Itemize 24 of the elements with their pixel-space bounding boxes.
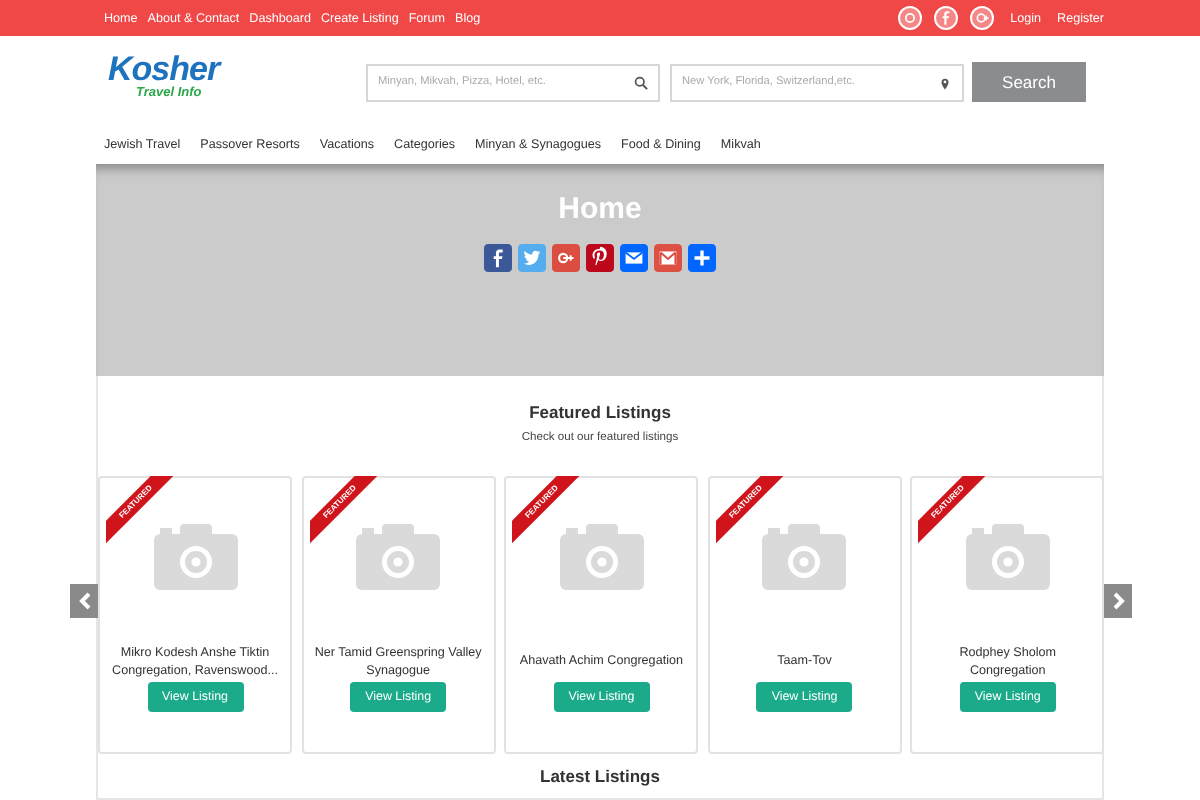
chevron-right-icon	[1111, 592, 1125, 610]
search-button[interactable]: Search	[972, 62, 1086, 102]
google-plus-icon[interactable]	[970, 6, 995, 30]
logo-title[interactable]: Kosher	[108, 53, 220, 85]
camera-icon	[559, 522, 644, 590]
search-icon	[634, 75, 648, 89]
google-plus-share-icon[interactable]	[552, 244, 580, 272]
section-title: Featured Listings	[529, 402, 671, 422]
plus-share-icon[interactable]	[688, 244, 716, 272]
camera-icon	[762, 522, 847, 590]
map-pin-icon	[938, 75, 952, 89]
camera-icon	[965, 522, 1050, 590]
envelope-share-icon[interactable]	[620, 244, 648, 272]
camera-icon	[356, 522, 441, 590]
camera-icon	[153, 522, 237, 590]
circle-social-icon[interactable]	[898, 6, 923, 30]
chevron-left-icon	[77, 592, 91, 610]
pin-share-icon[interactable]	[586, 244, 614, 272]
mail-share-icon[interactable]	[654, 244, 682, 272]
previous-button[interactable]	[70, 584, 98, 618]
facebook-icon[interactable]	[934, 6, 959, 30]
facebook-share-icon[interactable]	[484, 244, 512, 272]
next-button[interactable]	[1104, 584, 1132, 618]
section-title: Latest Listings	[540, 766, 660, 786]
